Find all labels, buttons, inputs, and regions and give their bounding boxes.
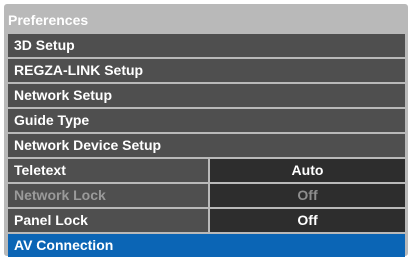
menu-item-label: REGZA-LINK Setup [14, 62, 144, 78]
menu-item-label: 3D Setup [14, 37, 75, 53]
menu-item-label: Network Device Setup [14, 137, 162, 153]
menu-item-teletext[interactable]: Teletext Auto [8, 159, 405, 182]
menu-item-network-lock: Network Lock Off [8, 184, 405, 207]
menu-item-network-setup[interactable]: Network Setup [8, 84, 405, 107]
menu-item-network-device-setup[interactable]: Network Device Setup [8, 134, 405, 157]
menu-item-label: Network Lock [14, 187, 106, 203]
preferences-menu: Preferences 3D Setup REGZA-LINK Setup Ne… [4, 4, 408, 257]
menu-item-panel-lock[interactable]: Panel Lock Off [8, 209, 405, 232]
menu-item-label: Guide Type [14, 112, 90, 128]
teletext-value[interactable]: Auto [208, 159, 405, 182]
menu-item-label: Network Setup [14, 87, 113, 103]
menu-item-regza-link-setup[interactable]: REGZA-LINK Setup [8, 59, 405, 82]
menu-item-label: Panel Lock [14, 212, 88, 228]
network-lock-value: Off [208, 184, 405, 207]
menu-item-label: AV Connection [14, 237, 114, 253]
menu-item-av-connection[interactable]: AV Connection [8, 234, 405, 257]
menu-title: Preferences [8, 12, 89, 28]
menu-item-label: Teletext [14, 162, 66, 178]
menu-item-3d-setup[interactable]: 3D Setup [8, 34, 405, 57]
panel-lock-value[interactable]: Off [208, 209, 405, 232]
menu-item-guide-type[interactable]: Guide Type [8, 109, 405, 132]
scroll-down-icon: ▼ [407, 236, 413, 248]
